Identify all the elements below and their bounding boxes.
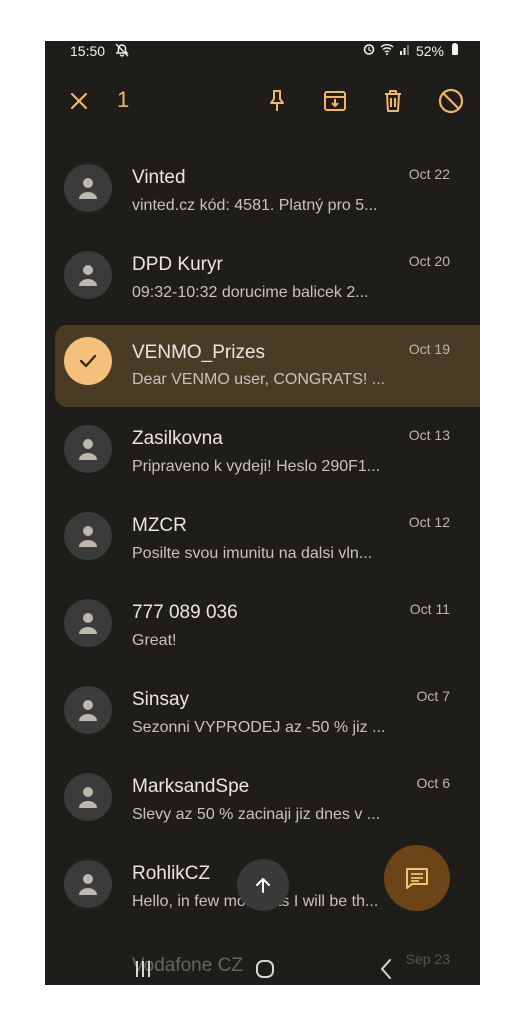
person-icon (79, 874, 97, 895)
navigation-bar (45, 951, 480, 985)
person-icon (79, 700, 97, 721)
checkmark-avatar (64, 337, 112, 385)
conversation-date: Oct 20 (408, 253, 450, 269)
conversation-date: Oct 13 (408, 427, 450, 443)
conversation-date: Oct 19 (408, 341, 450, 357)
person-icon (79, 787, 97, 808)
conversation-sender: 777 089 036 (132, 602, 238, 623)
status-bar: 15:50 52% (45, 41, 480, 63)
conversation-date: Oct 12 (408, 514, 450, 530)
conversation-row[interactable]: Zasilkovna Pripraveno k vydeji! Heslo 29… (45, 412, 480, 499)
conversation-snippet: 09:32-10:32 dorucime balicek 2... (132, 284, 369, 301)
conversation-snippet: Great! (132, 632, 177, 649)
conversation-row[interactable]: 777 089 036 Great! Oct 11 (45, 586, 480, 673)
conversation-snippet: Slevy az 50 % zacinaji jiz dnes v ... (132, 806, 381, 823)
person-icon (79, 265, 97, 286)
conversation-row[interactable]: DPD Kuryr 09:32-10:32 dorucime balicek 2… (45, 238, 480, 325)
person-icon (79, 613, 97, 634)
conversation-sender: Vinted (132, 167, 186, 188)
conversation-snippet: Dear VENMO user, CONGRATS! ... (132, 371, 386, 388)
avatar (64, 425, 112, 473)
conversation-date: Oct 11 (409, 601, 450, 617)
conversation-snippet: Posilte svou imunitu na dalsi vln... (132, 545, 373, 562)
conversation-date: Oct 6 (416, 775, 450, 791)
avatar (64, 773, 112, 821)
conversation-sender: Zasilkovna (132, 428, 223, 449)
conversation-row[interactable]: MarksandSpe Slevy az 50 % zacinaji jiz d… (45, 760, 480, 847)
conversation-date: Oct 22 (408, 166, 450, 182)
conversation-row[interactable]: Vinted vinted.cz kód: 4581. Platný pro 5… (45, 151, 480, 238)
mute-icon (114, 42, 130, 58)
conversation-snippet: vinted.cz kód: 4581. Platný pro 5... (132, 197, 378, 214)
conversation-sender: Sinsay (132, 689, 190, 710)
avatar (64, 686, 112, 734)
archive-icon[interactable] (321, 87, 349, 115)
conversation-sender: DPD Kuryr (132, 254, 223, 275)
home-icon[interactable] (253, 957, 277, 981)
conversation-sender: MZCR (132, 515, 187, 536)
avatar (64, 599, 112, 647)
battery-icon (448, 42, 462, 59)
avatar (64, 860, 112, 908)
conversation-sender: VENMO_Prizes (132, 342, 266, 363)
conversation-row-selected[interactable]: VENMO_Prizes Dear VENMO user, CONGRATS! … (55, 325, 480, 407)
battery-level: 52% (415, 42, 444, 59)
person-icon (79, 439, 97, 460)
alarm-icon (362, 42, 376, 59)
person-icon (79, 178, 97, 199)
conversation-date: Oct 7 (416, 688, 450, 704)
scroll-to-top-button[interactable] (237, 859, 289, 911)
conversation-row[interactable]: Sinsay Sezonni VYPRODEJ az -50 % jiz ...… (45, 673, 480, 760)
status-time: 15:50 (70, 43, 106, 59)
selection-toolbar (45, 81, 480, 121)
compose-button[interactable] (384, 845, 450, 911)
conversation-sender: RohlikCZ (132, 863, 211, 884)
check-icon (79, 354, 97, 368)
close-icon[interactable] (65, 87, 93, 115)
conversation-row[interactable]: MZCR Posilte svou imunitu na dalsi vln..… (45, 499, 480, 586)
arrow-up-icon (256, 878, 270, 893)
avatar (64, 164, 112, 212)
signal-icon (398, 42, 412, 59)
back-icon[interactable] (375, 957, 399, 981)
selected-count: 1 (117, 87, 130, 112)
conversation-snippet: Sezonni VYPRODEJ az -50 % jiz ... (132, 719, 386, 736)
delete-icon[interactable] (379, 87, 407, 115)
avatar (64, 512, 112, 560)
avatar (64, 251, 112, 299)
conversation-sender: MarksandSpe (132, 776, 250, 797)
person-icon (79, 526, 97, 547)
chat-icon (406, 868, 428, 889)
phone-screen: 15:50 52% 1 Vinted vinted.cz kód: 4581. … (45, 41, 480, 985)
wifi-icon (380, 42, 394, 59)
conversation-snippet: Pripraveno k vydeji! Heslo 290F1... (132, 458, 381, 475)
recent-apps-icon[interactable] (131, 957, 155, 981)
pin-icon[interactable] (263, 87, 291, 115)
block-icon[interactable] (437, 87, 465, 115)
